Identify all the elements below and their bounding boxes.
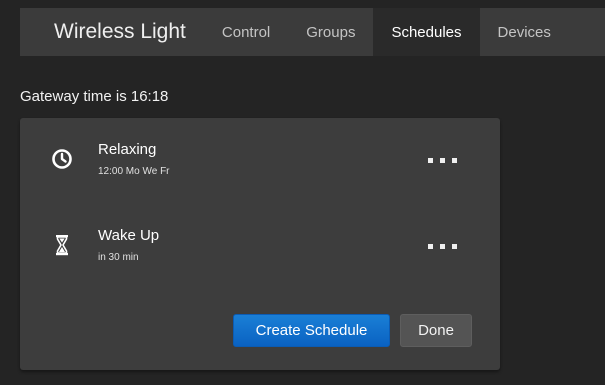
more-options-button[interactable]: [418, 236, 466, 256]
tab-control[interactable]: Control: [204, 8, 288, 56]
create-schedule-button[interactable]: Create Schedule: [233, 314, 390, 347]
schedule-item-relaxing: Relaxing 12:00 Mo We Fr: [20, 138, 500, 198]
schedules-panel: Relaxing 12:00 Mo We Fr Wake Up in 30 mi…: [20, 118, 500, 370]
hourglass-icon: [50, 230, 74, 258]
dot-icon: [439, 243, 445, 249]
dot-icon: [439, 157, 445, 163]
tab-groups[interactable]: Groups: [288, 8, 373, 56]
done-button[interactable]: Done: [400, 314, 472, 347]
dot-icon: [451, 157, 457, 163]
more-options-button[interactable]: [418, 150, 466, 170]
schedule-name: Relaxing: [98, 141, 157, 158]
tab-devices[interactable]: Devices: [480, 8, 551, 56]
schedule-item-wake-up: Wake Up in 30 min: [20, 224, 500, 284]
schedule-name: Wake Up: [98, 227, 160, 244]
schedule-detail: 12:00 Mo We Fr: [98, 166, 170, 177]
top-navbar: Wireless Light Control Groups Schedules …: [20, 8, 605, 56]
clock-icon: [50, 144, 74, 172]
app-brand[interactable]: Wireless Light: [20, 8, 204, 56]
schedule-detail: in 30 min: [98, 252, 139, 263]
tab-schedules[interactable]: Schedules: [373, 8, 480, 56]
gateway-time: Gateway time is 16:18: [20, 88, 169, 105]
dot-icon: [427, 157, 433, 163]
dot-icon: [451, 243, 457, 249]
dot-icon: [427, 243, 433, 249]
